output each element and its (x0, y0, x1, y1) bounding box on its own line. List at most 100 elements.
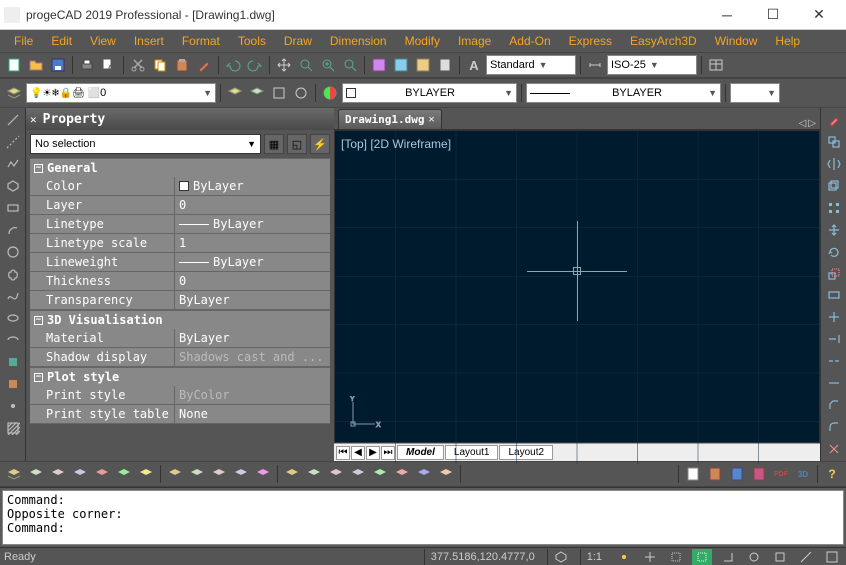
circle-icon[interactable] (3, 242, 23, 262)
category-3d-visualisation[interactable]: −3D Visualisation (30, 310, 330, 329)
prop-row-color[interactable]: ColorByLayer (30, 177, 330, 196)
dyn-icon[interactable] (796, 549, 816, 565)
render-6-icon[interactable] (114, 464, 134, 484)
status-ratio[interactable]: 1:1 (580, 549, 608, 565)
save-icon[interactable] (48, 55, 68, 75)
text-style-combo[interactable]: Standard▼ (486, 55, 576, 75)
cut-icon[interactable] (128, 55, 148, 75)
menu-dimension[interactable]: Dimension (322, 32, 395, 50)
render-17-icon[interactable] (370, 464, 390, 484)
prop-row-layer[interactable]: Layer0 (30, 196, 330, 215)
osnap-icon[interactable] (718, 549, 738, 565)
erase-icon[interactable] (824, 110, 844, 130)
otrack-icon[interactable] (744, 549, 764, 565)
snap-icon[interactable] (614, 549, 634, 565)
hatch-icon[interactable] (3, 418, 23, 438)
export-icon-1[interactable] (683, 464, 703, 484)
menu-help[interactable]: Help (767, 32, 808, 50)
zoom-previous-icon[interactable] (340, 55, 360, 75)
category-general[interactable]: −General (30, 158, 330, 177)
render-20-icon[interactable] (436, 464, 456, 484)
render-14-icon[interactable] (304, 464, 324, 484)
point-icon[interactable] (3, 396, 23, 416)
prop-row-linetype[interactable]: LinetypeByLayer (30, 215, 330, 234)
tab-prev-icon[interactable]: ◁ (799, 118, 807, 129)
close-tab-icon[interactable]: ✕ (428, 114, 434, 125)
prop-row-thickness[interactable]: Thickness0 (30, 272, 330, 291)
zoom-window-icon[interactable] (318, 55, 338, 75)
export-icon-2[interactable] (705, 464, 725, 484)
prop-row-linetype-scale[interactable]: Linetype scale1 (30, 234, 330, 253)
properties-icon[interactable] (369, 55, 389, 75)
text-style-icon[interactable]: A (464, 55, 484, 75)
move-icon[interactable] (824, 220, 844, 240)
polygon-icon[interactable] (3, 176, 23, 196)
make-block-icon[interactable] (3, 374, 23, 394)
revision-cloud-icon[interactable] (3, 264, 23, 284)
grid-icon[interactable] (640, 549, 660, 565)
ellipse-icon[interactable] (3, 308, 23, 328)
maximize-button[interactable]: ☐ (750, 1, 796, 29)
command-text[interactable]: Command: Opposite corner: Command: (2, 490, 844, 545)
layer-previous-icon[interactable] (225, 83, 245, 103)
menu-tools[interactable]: Tools (230, 32, 274, 50)
category-plot-style[interactable]: −Plot style (30, 367, 330, 386)
prop-row-transparency[interactable]: TransparencyByLayer (30, 291, 330, 310)
print-icon[interactable] (77, 55, 97, 75)
minimize-button[interactable]: ─ (704, 1, 750, 29)
render-icon[interactable] (4, 464, 24, 484)
redo-icon[interactable] (245, 55, 265, 75)
export-3d-icon[interactable]: 3D (793, 464, 813, 484)
offset-icon[interactable] (824, 176, 844, 196)
match-properties-icon[interactable] (194, 55, 214, 75)
pan-icon[interactable] (274, 55, 294, 75)
layer-state-icon[interactable] (247, 83, 267, 103)
layer-manager-icon[interactable] (4, 83, 24, 103)
color-icon[interactable] (320, 83, 340, 103)
lwt-icon[interactable] (770, 549, 790, 565)
menu-view[interactable]: View (82, 32, 124, 50)
select-objects-icon[interactable]: ◱ (287, 134, 307, 154)
color-combo[interactable]: BYLAYER▼ (342, 83, 517, 103)
chamfer-icon[interactable] (824, 395, 844, 415)
menu-edit[interactable]: Edit (43, 32, 80, 50)
open-icon[interactable] (26, 55, 46, 75)
render-12-icon[interactable] (253, 464, 273, 484)
render-10-icon[interactable] (209, 464, 229, 484)
drawing-canvas[interactable]: [Top] [2D Wireframe] YX (334, 130, 820, 443)
prop-row-lineweight[interactable]: LineweightByLayer (30, 253, 330, 272)
menu-express[interactable]: Express (561, 32, 620, 50)
selection-combo[interactable]: No selection▼ (30, 134, 261, 154)
ellipse-arc-icon[interactable] (3, 330, 23, 350)
render-15-icon[interactable] (326, 464, 346, 484)
new-icon[interactable] (4, 55, 24, 75)
close-panel-icon[interactable]: ✕ (30, 113, 37, 126)
tab-next-icon[interactable]: ▷ (808, 118, 816, 129)
menu-modify[interactable]: Modify (397, 32, 448, 50)
prop-row-material[interactable]: MaterialByLayer (30, 329, 330, 348)
rotate-icon[interactable] (824, 242, 844, 262)
polar-icon[interactable] (692, 549, 712, 565)
fillet-icon[interactable] (824, 417, 844, 437)
render-7-icon[interactable] (136, 464, 156, 484)
render-13-icon[interactable] (282, 464, 302, 484)
linetype-combo[interactable]: BYLAYER▼ (526, 83, 721, 103)
line-icon[interactable] (3, 110, 23, 130)
arc-icon[interactable] (3, 220, 23, 240)
dim-style-combo[interactable]: ISO-25▼ (607, 55, 697, 75)
prop-row-print-style[interactable]: Print styleByColor (30, 386, 330, 405)
paste-icon[interactable] (172, 55, 192, 75)
lineweight-combo[interactable]: ▼ (730, 83, 780, 103)
extend-icon[interactable] (824, 329, 844, 349)
explode-icon[interactable] (824, 439, 844, 459)
export-icon-4[interactable] (749, 464, 769, 484)
model-icon[interactable] (822, 549, 842, 565)
menu-image[interactable]: Image (450, 32, 499, 50)
export-pdf-icon[interactable]: PDF (771, 464, 791, 484)
zoom-realtime-icon[interactable] (296, 55, 316, 75)
spline-icon[interactable] (3, 286, 23, 306)
polyline-icon[interactable] (3, 154, 23, 174)
menu-file[interactable]: File (6, 32, 41, 50)
prop-row-print-style-table[interactable]: Print style tableNone (30, 405, 330, 424)
mirror-icon[interactable] (824, 154, 844, 174)
